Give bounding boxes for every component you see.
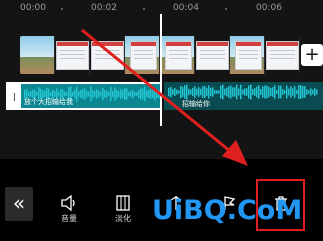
watermark-text: UiBQ.CoM	[152, 195, 303, 226]
